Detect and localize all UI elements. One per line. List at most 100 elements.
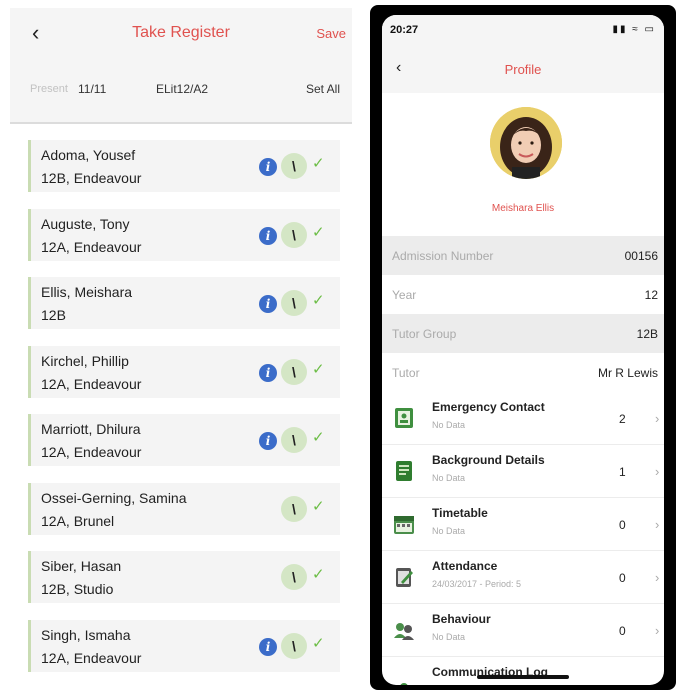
section-subtitle: No Data — [432, 632, 466, 642]
section-count: 0 — [619, 624, 626, 638]
field-value: Mr R Lewis — [597, 366, 658, 380]
late-mark-icon[interactable]: \ — [281, 427, 307, 453]
section-row[interactable]: Communication Log — [382, 657, 664, 685]
student-group: 12A, Endeavour — [41, 375, 142, 392]
status-time: 20:27 — [390, 24, 419, 36]
section-subtitle: 24/03/2017 - Period: 5 — [432, 579, 522, 589]
present-label: Present — [30, 83, 68, 95]
status-bar: 20:27 ▮▮ ≈ ▭ — [382, 15, 664, 45]
document-icon — [396, 461, 412, 481]
chevron-right-icon: › — [655, 570, 660, 585]
section-subtitle: No Data — [432, 473, 466, 483]
section-title: Behaviour — [432, 612, 491, 626]
section-row[interactable]: Timetable No Data 0 › — [382, 498, 664, 551]
profile-field-row: Tutor Group 12B — [382, 314, 664, 353]
student-row[interactable]: Kirchel, Phillip 12A, Endeavour i \ ✓ — [28, 345, 340, 398]
phone-frame: 20:27 ▮▮ ≈ ▭ ‹ Profile Meishara Ellis Ad… — [370, 5, 676, 690]
section-row[interactable]: Background Details No Data 1 › — [382, 445, 664, 498]
field-value: 00156 — [624, 249, 658, 263]
clipboard-icon — [396, 568, 413, 587]
info-icon[interactable]: i — [259, 363, 277, 382]
calendar-icon — [394, 516, 414, 534]
set-all-button[interactable]: Set All — [306, 82, 340, 96]
field-label: Tutor — [392, 366, 420, 380]
profile-field-row: Tutor Mr R Lewis — [382, 353, 664, 392]
info-icon[interactable]: i — [259, 432, 277, 450]
late-mark-icon[interactable]: \ — [281, 564, 307, 590]
late-mark-icon[interactable]: \ — [281, 290, 307, 316]
info-icon[interactable]: i — [259, 637, 277, 656]
student-group: 12A, Endeavour — [41, 238, 142, 255]
student-name: Ellis, Meishara — [41, 284, 133, 300]
register-header: ‹ Take Register Save — [10, 8, 352, 58]
student-group: 12A, Endeavour — [41, 649, 142, 666]
student-name: Singh, Ismaha — [41, 626, 131, 643]
late-mark-icon[interactable]: \ — [281, 153, 307, 179]
profile-name: Meishara Ellis — [491, 203, 555, 214]
student-name: Kirchel, Phillip — [41, 352, 129, 369]
signal-wifi-battery-icon: ▮▮ ≈ ▭ — [612, 24, 656, 35]
late-mark-icon[interactable]: \ — [281, 221, 307, 248]
register-summary-bar: Present 11/11 ELit12/A2 Set All — [10, 58, 352, 124]
contact-book-icon — [395, 408, 413, 428]
student-row[interactable]: Marriott, Dhilura 12A, Endeavour i \ ✓ — [28, 414, 340, 466]
present-check-icon[interactable]: ✓ — [312, 497, 325, 515]
student-row[interactable]: Siber, Hasan 12B, Studio \ ✓ — [28, 551, 340, 603]
section-subtitle: No Data — [432, 526, 466, 536]
take-register-screen: ‹ Take Register Save Present 11/11 ELit1… — [10, 8, 352, 690]
field-label: Year — [392, 288, 417, 302]
avatar — [490, 107, 562, 179]
student-name: Marriott, Dhilura — [41, 421, 141, 437]
section-count: 0 — [619, 518, 626, 532]
section-title: Timetable — [432, 506, 488, 520]
present-check-icon[interactable]: ✓ — [312, 565, 325, 583]
section-title: Attendance — [432, 559, 498, 573]
message-icon — [400, 683, 408, 685]
field-label: Admission Number — [392, 249, 494, 263]
info-icon[interactable]: i — [259, 158, 277, 176]
section-row[interactable]: Behaviour No Data 0 › — [382, 604, 664, 657]
section-row[interactable]: Emergency Contact No Data 2 › — [382, 392, 664, 445]
chevron-right-icon: › — [655, 411, 660, 426]
student-name: Ossei-Gerning, Samina — [41, 489, 187, 506]
field-value: 12B — [636, 327, 658, 341]
student-row[interactable]: Ellis, Meishara 12B i \ ✓ — [28, 277, 340, 329]
late-mark-icon[interactable]: \ — [281, 632, 307, 659]
field-label: Tutor Group — [392, 327, 457, 341]
field-value: 12 — [644, 288, 658, 302]
present-check-icon[interactable]: ✓ — [312, 223, 325, 241]
save-button[interactable]: Save — [316, 26, 346, 41]
page-title: Profile — [504, 62, 542, 77]
student-group: 12B, Endeavour — [41, 170, 142, 186]
present-check-icon[interactable]: ✓ — [312, 154, 325, 172]
chevron-right-icon: › — [655, 464, 660, 479]
profile-header: ‹ Profile — [382, 45, 664, 93]
section-count: 1 — [619, 465, 626, 479]
info-icon[interactable]: i — [259, 226, 277, 245]
student-row[interactable]: Adoma, Yousef 12B, Endeavour i \ ✓ — [28, 140, 340, 192]
home-indicator[interactable] — [477, 675, 569, 679]
student-row[interactable]: Auguste, Tony 12A, Endeavour i \ ✓ — [28, 208, 340, 261]
info-icon[interactable]: i — [259, 295, 277, 313]
present-check-icon[interactable]: ✓ — [312, 428, 325, 446]
section-subtitle: No Data — [432, 420, 466, 430]
section-row[interactable]: Attendance 24/03/2017 - Period: 5 0 › — [382, 551, 664, 604]
student-name: Adoma, Yousef — [41, 147, 136, 163]
profile-field-row: Year 12 — [382, 275, 664, 314]
present-check-icon[interactable]: ✓ — [312, 634, 325, 652]
late-mark-icon[interactable]: \ — [281, 358, 307, 385]
people-icon — [394, 623, 414, 640]
profile-screen: 20:27 ▮▮ ≈ ▭ ‹ Profile Meishara Ellis Ad… — [382, 15, 664, 685]
student-row[interactable]: Ossei-Gerning, Samina 12A, Brunel \ ✓ — [28, 482, 340, 535]
student-name: Auguste, Tony — [41, 215, 130, 232]
student-group: 12A, Brunel — [41, 512, 115, 529]
late-mark-icon[interactable]: \ — [281, 495, 307, 522]
student-photo-icon — [490, 107, 562, 179]
present-count: 11/11 — [78, 82, 107, 96]
present-check-icon[interactable]: ✓ — [312, 360, 325, 378]
student-row[interactable]: Singh, Ismaha 12A, Endeavour i \ ✓ — [28, 619, 340, 672]
page-title: Take Register — [132, 24, 230, 41]
student-name: Siber, Hasan — [41, 558, 122, 574]
present-check-icon[interactable]: ✓ — [312, 291, 325, 309]
section-title: Background Details — [432, 453, 545, 467]
